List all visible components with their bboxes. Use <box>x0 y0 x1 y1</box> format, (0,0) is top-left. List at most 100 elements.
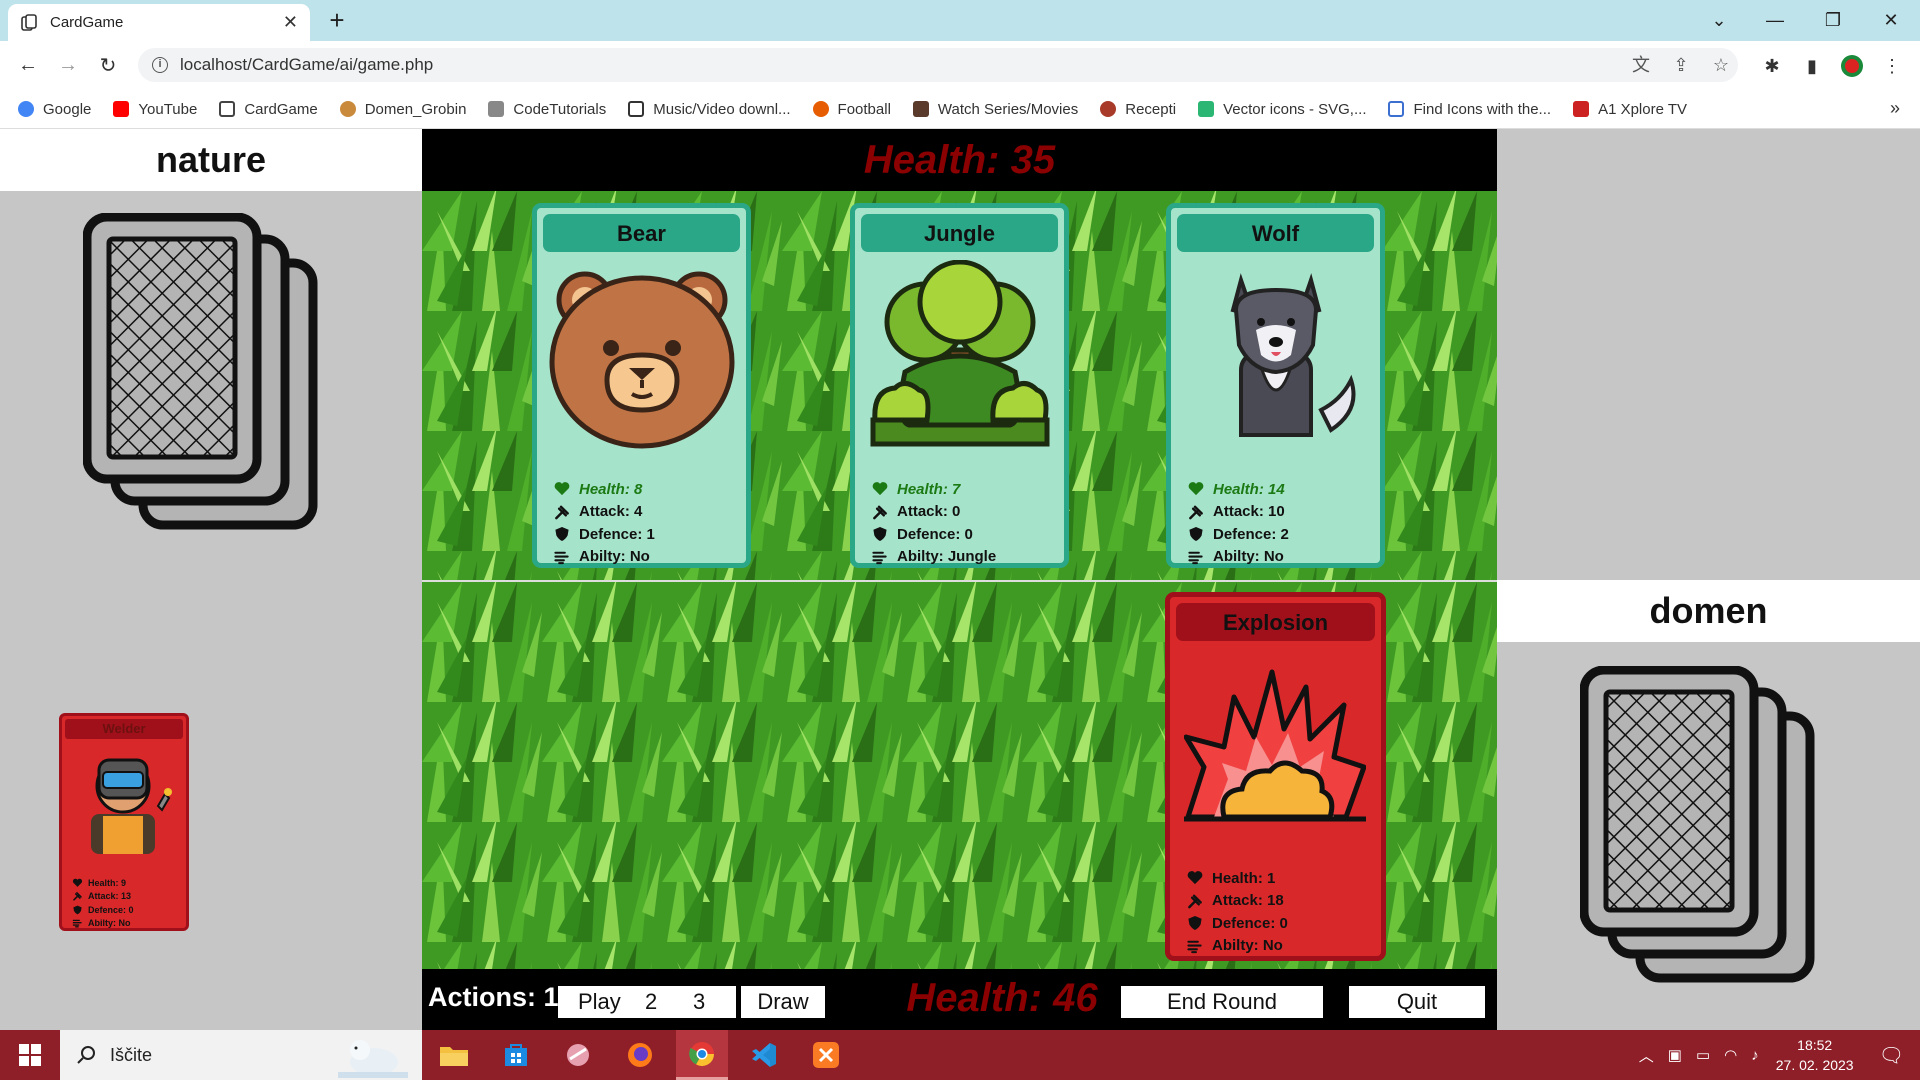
taskbar-clock[interactable]: 18:52 27. 02. 2023 <box>1776 1035 1854 1075</box>
bookmark-cardgame[interactable]: CardGame <box>219 101 318 118</box>
reload-button[interactable]: ↻ <box>92 49 124 81</box>
enemy-card-bear[interactable]: Bear Health: 8 Attack: 4 Defence: 1 Abil… <box>532 203 751 568</box>
bookmark-youtube[interactable]: YouTube <box>113 101 197 118</box>
tray-battery-icon[interactable]: ▭ <box>1696 1046 1710 1064</box>
hammer-icon <box>73 892 82 901</box>
play-option-2[interactable]: 2 <box>645 986 657 1018</box>
minimize-button[interactable]: — <box>1752 0 1798 41</box>
shield-icon <box>1188 916 1202 931</box>
bookmark-a1-xplore[interactable]: A1 Xplore TV <box>1573 101 1687 118</box>
bookmark-domen-grobin[interactable]: Domen_Grobin <box>339 101 466 118</box>
new-tab-button[interactable]: + <box>322 6 352 36</box>
taskbar-xampp[interactable] <box>800 1030 852 1080</box>
player-deck[interactable] <box>1580 666 1830 986</box>
player-deck-area: domen <box>1497 580 1920 1030</box>
forward-button[interactable]: → <box>52 49 84 81</box>
close-window-button[interactable]: ✕ <box>1868 0 1914 41</box>
film-icon <box>912 101 929 117</box>
jungle-art <box>870 260 1050 447</box>
site-info-icon[interactable]: i <box>152 57 168 73</box>
video-icon <box>628 101 645 117</box>
tray-display-icon[interactable]: ▣ <box>1668 1046 1682 1064</box>
clock-date: 27. 02. 2023 <box>1775 1057 1854 1073</box>
end-round-button[interactable]: End Round <box>1121 986 1323 1018</box>
taskbar-vscode[interactable] <box>738 1030 790 1080</box>
taskbar-file-explorer[interactable] <box>428 1030 480 1080</box>
bookmark-star-icon[interactable]: ☆ <box>1710 54 1732 76</box>
stat-defence: Defence: 2 <box>1187 523 1289 546</box>
folder-icon <box>440 1047 468 1066</box>
stat-defence: Defence: 1 <box>553 523 655 546</box>
start-button[interactable] <box>0 1030 60 1080</box>
tray-chevron-icon[interactable]: ︿ <box>1639 1045 1654 1066</box>
taskbar-snipping[interactable] <box>552 1030 604 1080</box>
shield-icon <box>555 527 569 542</box>
stat-attack: Attack: 10 <box>1187 501 1289 524</box>
vscode-icon <box>752 1043 776 1067</box>
taskbar-firefox[interactable] <box>614 1030 666 1080</box>
player-name: domen <box>1497 580 1920 642</box>
side-panel-icon[interactable]: ▮ <box>1800 54 1824 78</box>
windows-logo-icon <box>19 1044 41 1066</box>
enemy-card-wolf[interactable]: Wolf Health: 14 Attack: 10 Defence: 2 Ab… <box>1166 203 1385 568</box>
wind-icon <box>872 551 887 564</box>
hand-card-welder[interactable]: Welder Health: 9 Attack: 13 Defence: 0 A… <box>59 713 189 931</box>
taskbar-store[interactable] <box>490 1030 542 1080</box>
stat-health: Health: 7 <box>871 478 996 501</box>
right-top-area <box>1497 129 1920 580</box>
notifications-icon[interactable]: 🗨 <box>1879 1043 1904 1068</box>
enemy-card-jungle[interactable]: Jungle Health: 7 Attack: 0 Defence: 0 Ab… <box>850 203 1069 568</box>
bookmark-find-icons[interactable]: Find Icons with the... <box>1388 101 1551 118</box>
stat-ability: Abilty: No <box>72 917 134 931</box>
google-icon <box>18 101 34 117</box>
bookmarks-overflow-icon[interactable]: » <box>1890 98 1900 119</box>
bookmark-watch-series[interactable]: Watch Series/Movies <box>912 101 1078 118</box>
clock-time: 18:52 <box>1797 1037 1833 1053</box>
windows-taskbar: Iščite ︿ ▣ ▭ ◠ ♪ 18:52 27. 02. 2023 🗨 <box>0 1030 1920 1080</box>
bookmark-football[interactable]: Football <box>812 101 891 118</box>
profile-avatar[interactable] <box>1840 54 1864 78</box>
bookmark-google[interactable]: Google <box>18 101 91 118</box>
taskbar-chrome[interactable] <box>676 1030 728 1080</box>
stat-attack: Attack: 13 <box>72 890 134 904</box>
bookmark-music-video[interactable]: Music/Video downl... <box>628 101 791 118</box>
stat-health: Health: 1 <box>1186 867 1288 890</box>
translate-icon[interactable]: 文 <box>1630 54 1652 76</box>
building-icon <box>488 101 505 117</box>
bookmark-vector-icons[interactable]: Vector icons - SVG,... <box>1198 101 1366 118</box>
restore-button[interactable]: ❐ <box>1810 0 1856 41</box>
tray-wifi-icon[interactable]: ◠ <box>1724 1046 1737 1064</box>
player-card-explosion[interactable]: Explosion Health: 1 Attack: 18 Defence: … <box>1165 592 1386 961</box>
game-board: Health: 35 Bear Health: 8 Attack: 4 Defe… <box>422 129 1497 1030</box>
shield-icon <box>1189 527 1203 542</box>
bookmark-codetutorials[interactable]: CodeTutorials <box>488 101 606 118</box>
card-name: Explosion <box>1176 603 1375 641</box>
back-button[interactable]: ← <box>12 49 44 81</box>
extensions-icon[interactable]: ✱ <box>1760 54 1784 78</box>
card-name: Jungle <box>861 214 1058 252</box>
player-hand-area: Welder Health: 9 Attack: 13 Defence: 0 A… <box>0 580 422 1030</box>
chrome-icon <box>689 1041 714 1066</box>
opponent-field: Bear Health: 8 Attack: 4 Defence: 1 Abil… <box>422 191 1497 580</box>
tray-volume-icon[interactable]: ♪ <box>1751 1047 1759 1064</box>
quit-button[interactable]: Quit <box>1349 986 1485 1018</box>
stat-health: Health: 8 <box>553 478 655 501</box>
browser-menu-icon[interactable]: ⋮ <box>1880 54 1904 78</box>
draw-button[interactable]: Draw <box>741 986 825 1018</box>
bookmark-recepti[interactable]: Recepti <box>1100 101 1176 118</box>
card-name: Welder <box>65 719 183 739</box>
share-icon[interactable]: ⇪ <box>1670 54 1692 76</box>
taskbar-search[interactable]: Iščite <box>60 1030 422 1080</box>
tab-close-icon[interactable]: ✕ <box>283 12 298 33</box>
stat-defence: Defence: 0 <box>1186 912 1288 935</box>
wind-icon <box>1187 940 1202 953</box>
bookmarks-bar: Google YouTube CardGame Domen_Grobin Cod… <box>0 90 1920 129</box>
tab-search-chevron-icon[interactable]: ⌄ <box>1696 0 1742 41</box>
play-button[interactable]: Play 2 3 <box>558 986 736 1018</box>
shield-icon <box>873 527 887 542</box>
youtube-icon <box>113 101 130 117</box>
play-option-3[interactable]: 3 <box>693 986 705 1018</box>
browser-tab[interactable]: CardGame ✕ <box>8 4 310 41</box>
address-bar[interactable]: i localhost/CardGame/ai/game.php <box>138 48 1738 82</box>
game-page: nature Welder Health: 9 Attack: 13 Defen… <box>0 129 1920 1030</box>
